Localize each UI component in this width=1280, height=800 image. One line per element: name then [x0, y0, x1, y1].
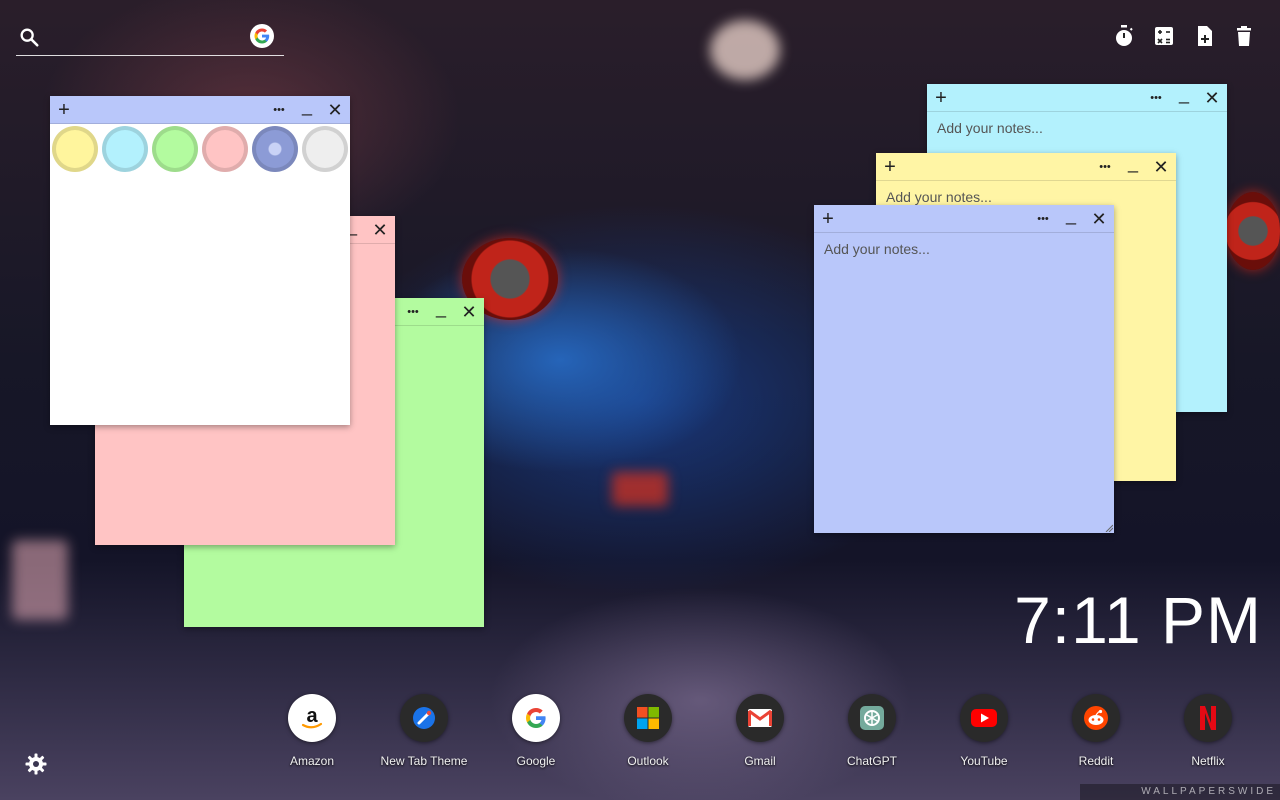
note-close-button[interactable]: ✕	[1088, 207, 1110, 231]
note-minimize-button[interactable]: _	[1060, 203, 1082, 227]
note-more-button[interactable]: •••	[268, 98, 290, 122]
trash-icon[interactable]	[1232, 24, 1256, 48]
dock-label: Gmail	[744, 754, 776, 768]
stopwatch-icon[interactable]	[1112, 24, 1136, 48]
note-more-button[interactable]: •••	[1094, 155, 1116, 179]
svg-text:a: a	[306, 705, 318, 727]
color-swatch-pink[interactable]	[202, 126, 248, 172]
reddit-icon	[1072, 694, 1120, 742]
youtube-icon	[960, 694, 1008, 742]
note-close-button[interactable]: ✕	[324, 98, 346, 122]
note-placeholder[interactable]: Add your notes...	[886, 189, 1166, 205]
background-reflector	[612, 472, 668, 506]
note-close-button[interactable]: ✕	[458, 300, 480, 324]
note-placeholder[interactable]: Add your notes...	[824, 241, 1104, 257]
note-header[interactable]: + ••• _ ✕	[50, 96, 350, 124]
microsoft-icon	[624, 694, 672, 742]
netflix-icon	[1184, 694, 1232, 742]
color-swatch-gray[interactable]	[302, 126, 348, 172]
note-placeholder[interactable]: Add your notes...	[937, 120, 1217, 136]
note-add-icon[interactable]	[1192, 24, 1216, 48]
note-minimize-button[interactable]: _	[296, 94, 318, 118]
dock-label: Netflix	[1191, 754, 1225, 768]
dock-item-youtube[interactable]: YouTube	[934, 694, 1034, 768]
background-taillight-right	[1226, 192, 1280, 270]
dock-label: Reddit	[1078, 754, 1114, 768]
chatgpt-icon	[848, 694, 896, 742]
watermark: WALLPAPERSWIDE	[1080, 784, 1280, 800]
dock-label: New Tab Theme	[380, 754, 468, 768]
resize-handle-icon[interactable]	[1105, 524, 1113, 532]
new-tab-theme-icon	[400, 694, 448, 742]
background-light-left	[12, 540, 68, 620]
note-minimize-button[interactable]: _	[1122, 151, 1144, 175]
note-more-button[interactable]: •••	[1145, 86, 1167, 110]
gmail-icon	[736, 694, 784, 742]
amazon-icon: a	[288, 694, 336, 742]
dock-label: ChatGPT	[846, 754, 897, 768]
search-icon[interactable]	[18, 26, 40, 48]
note-header[interactable]: + ••• _ ✕	[814, 205, 1114, 233]
dock-item-new-tab-theme[interactable]: New Tab Theme	[374, 694, 474, 768]
note-minimize-button[interactable]: _	[1173, 82, 1195, 106]
note-more-button[interactable]: •••	[402, 300, 424, 324]
note-add-button[interactable]: +	[879, 155, 901, 179]
note-more-button[interactable]: •••	[1032, 207, 1054, 231]
dock-item-google[interactable]: Google	[486, 694, 586, 768]
dock-item-chatgpt[interactable]: ChatGPT	[822, 694, 922, 768]
search-input[interactable]	[50, 24, 250, 50]
dock-item-amazon[interactable]: a Amazon	[262, 694, 362, 768]
sticky-note-white[interactable]: + ••• _ ✕	[50, 96, 350, 425]
note-add-button[interactable]: +	[53, 98, 75, 122]
note-minimize-button[interactable]: _	[430, 296, 452, 320]
note-close-button[interactable]: ✕	[1150, 155, 1172, 179]
note-close-button[interactable]: ✕	[369, 218, 391, 242]
google-search-icon[interactable]	[250, 24, 274, 48]
note-add-button[interactable]: +	[817, 207, 839, 231]
search-bar	[16, 20, 284, 56]
color-swatch-green[interactable]	[152, 126, 198, 172]
note-header[interactable]: + ••• _ ✕	[927, 84, 1227, 112]
dock-item-reddit[interactable]: Reddit	[1046, 694, 1146, 768]
background-light	[710, 20, 780, 80]
dock-item-netflix[interactable]: Netflix	[1158, 694, 1258, 768]
note-close-button[interactable]: ✕	[1201, 86, 1223, 110]
google-icon	[512, 694, 560, 742]
dock-item-gmail[interactable]: Gmail	[710, 694, 810, 768]
clock-display: 7:11 PM	[1014, 583, 1262, 657]
color-swatch-yellow[interactable]	[52, 126, 98, 172]
note-add-button[interactable]: +	[930, 86, 952, 110]
calculator-icon[interactable]	[1152, 24, 1176, 48]
dock-label: YouTube	[960, 754, 1008, 768]
dock-label: Outlook	[627, 754, 669, 768]
sticky-note-blue[interactable]: + ••• _ ✕ Add your notes...	[814, 205, 1114, 533]
dock-label: Amazon	[289, 754, 335, 768]
color-swatch-blue[interactable]	[252, 126, 298, 172]
color-swatch-cyan[interactable]	[102, 126, 148, 172]
note-header[interactable]: + ••• _ ✕	[876, 153, 1176, 181]
gear-icon[interactable]	[24, 752, 48, 776]
dock-label: Google	[516, 754, 556, 768]
dock-item-outlook[interactable]: Outlook	[598, 694, 698, 768]
